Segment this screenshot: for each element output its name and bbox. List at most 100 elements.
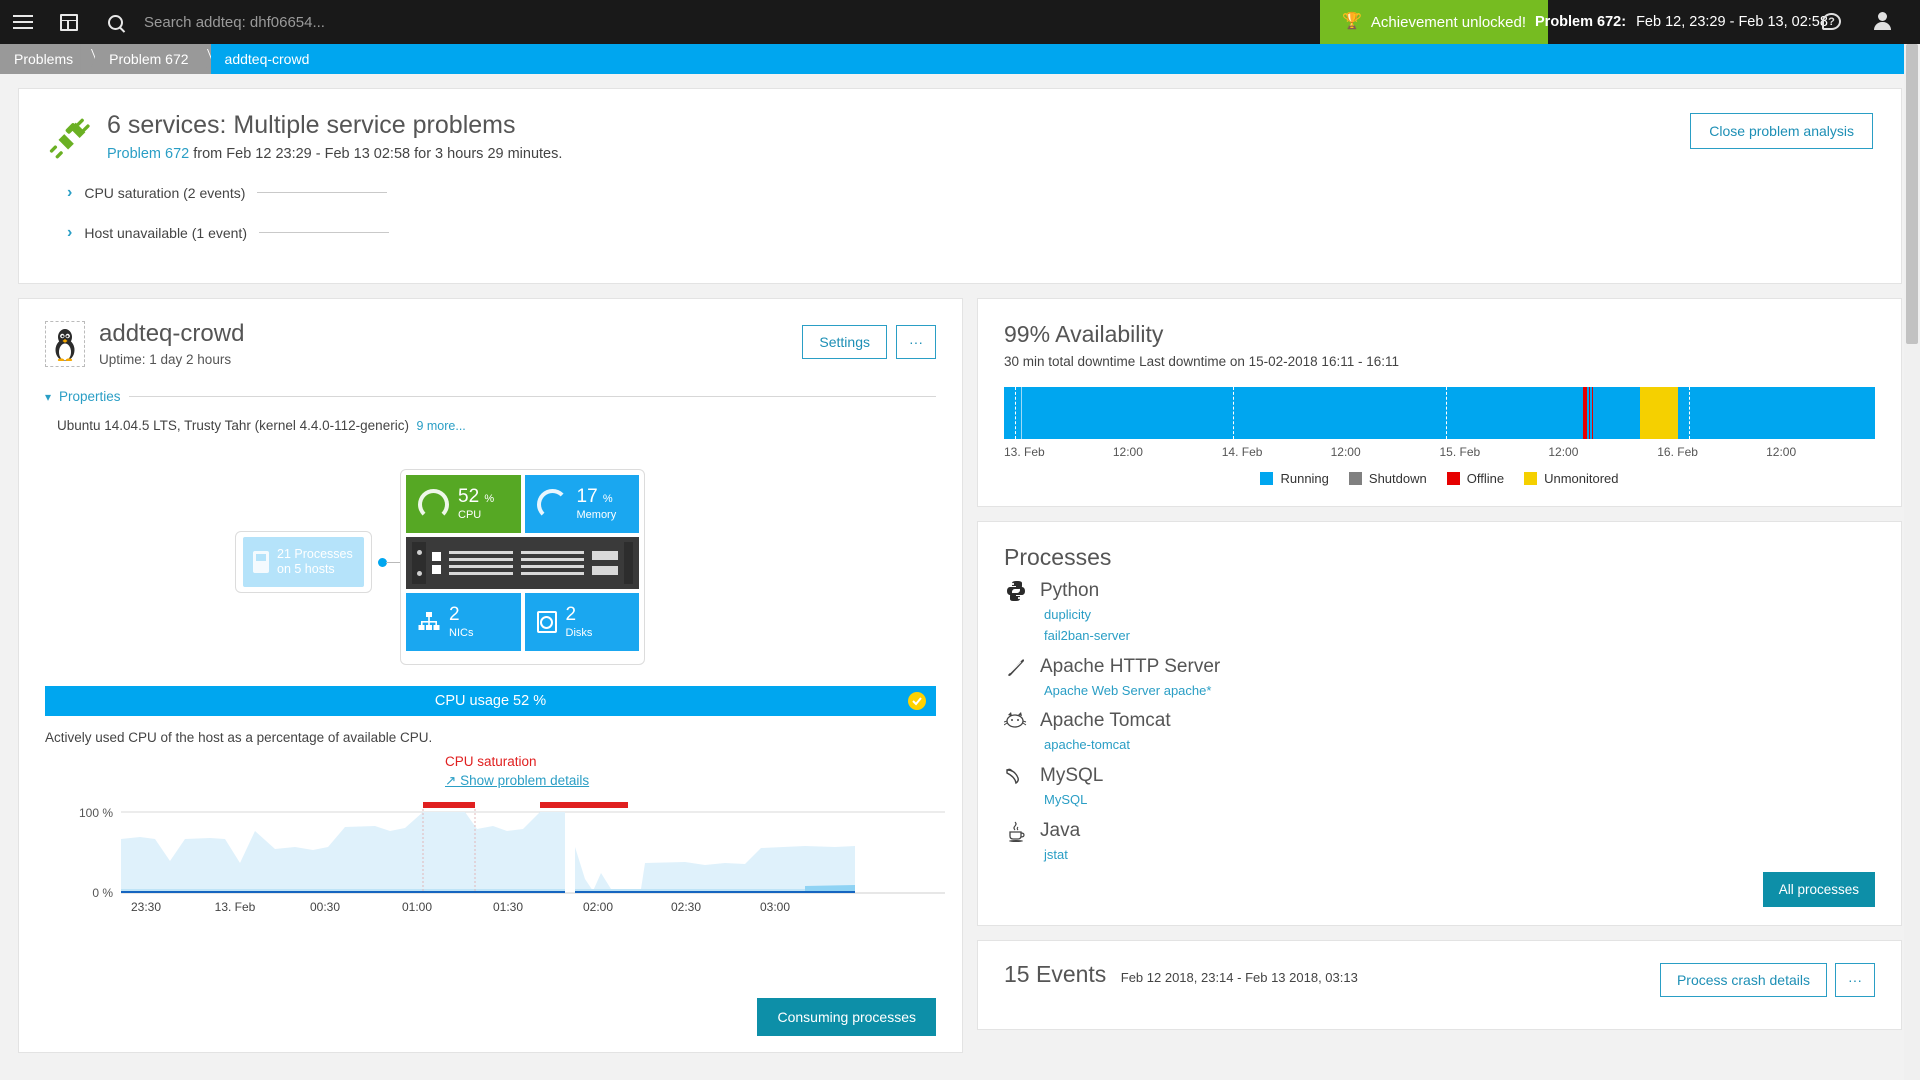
cpu-usage-chart: CPU saturation ↗ Show problem details 10…: [45, 754, 945, 914]
close-problem-analysis-button[interactable]: Close problem analysis: [1690, 113, 1873, 149]
process-crash-details-button[interactable]: Process crash details: [1659, 963, 1827, 997]
svg-text:02:00: 02:00: [583, 900, 613, 914]
right-column: 99% Availability 30 min total downtime L…: [977, 298, 1902, 1053]
svg-text:01:00: 01:00: [402, 900, 432, 914]
axis-tick: 13. Feb: [1004, 445, 1045, 459]
server-graphic: [406, 537, 639, 590]
cpu-usage-title: CPU usage 52 %: [434, 693, 547, 710]
cpu-unit: %: [484, 493, 495, 506]
availability-title: 99% Availability: [1004, 321, 1164, 347]
processes-summary-box[interactable]: 21 Processes on 5 hosts: [235, 531, 372, 594]
tower-icon: [253, 551, 269, 574]
search-button[interactable]: [92, 0, 138, 44]
process-link[interactable]: MySQL: [1044, 790, 1875, 811]
svg-text:00:30: 00:30: [310, 900, 340, 914]
events-actions: Process crash details ···: [1659, 963, 1875, 997]
host-more-button[interactable]: ···: [896, 325, 936, 359]
svg-text:0 %: 0 %: [92, 886, 113, 900]
axis-tick: 12:00: [1112, 445, 1143, 459]
user-icon[interactable]: [1872, 12, 1892, 32]
axis-tick: 12:00: [1548, 445, 1579, 459]
properties-os: Ubuntu 14.04.5 LTS, Trusty Tahr (kernel …: [57, 418, 409, 434]
plug-disconnected-icon: [49, 118, 90, 159]
availability-timeline[interactable]: [1004, 387, 1875, 439]
chevron-right-icon[interactable]: ›: [67, 184, 72, 202]
search-input[interactable]: [144, 13, 564, 31]
process-group-mysql: MySQL MySQL: [1004, 764, 1875, 811]
main-columns: addteq-crowd Uptime: 1 day 2 hours Setti…: [18, 298, 1902, 1053]
process-group-java: Java jstat: [1004, 819, 1875, 866]
disks-tile[interactable]: 2 Disks: [524, 593, 639, 652]
event-label: Host unavailable (1 event): [84, 224, 247, 241]
properties-more-link[interactable]: 9 more...: [416, 419, 465, 433]
python-icon: [1004, 579, 1028, 603]
axis-tick: 12:00: [1330, 445, 1361, 459]
breadcrumb-item-addteq-crowd[interactable]: addteq-crowd: [210, 44, 1920, 74]
breadcrumb-label: addteq-crowd: [224, 51, 310, 67]
nics-tile[interactable]: 2 NICs: [406, 593, 521, 652]
problem-link[interactable]: Problem 672: [107, 146, 189, 162]
cpu-donut-icon: [418, 488, 449, 520]
dashboard-icon: [60, 13, 78, 31]
availability-legend: Running Shutdown Offline Unmonitored: [1004, 471, 1875, 486]
process-group-apache-tomcat: Apache Tomcat apache-tomcat: [1004, 709, 1875, 756]
disk-icon: [536, 611, 557, 634]
memory-value: 17: [576, 486, 598, 508]
memory-tile[interactable]: 17 % Memory: [524, 475, 639, 534]
chevron-right-icon[interactable]: ›: [67, 224, 72, 242]
problem-timerange[interactable]: Problem 672: Feb 12, 23:29 - Feb 13, 02:…: [1535, 0, 1828, 44]
memory-label: Memory: [576, 509, 617, 522]
event-row-cpu-saturation[interactable]: › CPU saturation (2 events): [47, 184, 1873, 202]
process-group-name: Java: [1040, 819, 1081, 841]
cpu-tile[interactable]: 52 % CPU: [406, 475, 521, 534]
scrollbar-thumb[interactable]: [1906, 44, 1918, 344]
all-processes-button[interactable]: All processes: [1762, 872, 1875, 907]
disks-value: 2: [565, 604, 577, 626]
apache-feather-icon: [1004, 655, 1028, 679]
events-title: 15 Events: [1004, 961, 1107, 987]
legend-item-running[interactable]: Running: [1260, 471, 1329, 486]
hamburger-menu-button[interactable]: [0, 0, 46, 44]
availability-axis-labels: 13. Feb 12:00 14. Feb 12:00 15. Feb 12:0…: [1004, 445, 1875, 459]
process-link[interactable]: jstat: [1044, 845, 1875, 866]
legend-label: Shutdown: [1368, 471, 1427, 486]
process-link[interactable]: duplicity: [1044, 605, 1875, 626]
events-card: 15 Events Feb 12 2018, 23:14 - Feb 13 20…: [977, 940, 1902, 1030]
legend-label: Running: [1280, 471, 1329, 486]
consuming-processes-button[interactable]: Consuming processes: [757, 998, 936, 1036]
chevron-down-icon[interactable]: ▾: [45, 390, 51, 404]
help-icon[interactable]: ?: [1822, 13, 1841, 30]
show-problem-details-link[interactable]: ↗ Show problem details: [445, 773, 589, 789]
page-title: 6 services: Multiple service problems: [107, 111, 516, 139]
host-infographic: 21 Processes on 5 hosts 52 % CPU 17 % Me…: [45, 463, 936, 668]
process-link[interactable]: fail2ban-server: [1044, 626, 1875, 647]
cpu-label: CPU: [458, 509, 482, 522]
breadcrumb-label: Problem 672: [109, 51, 189, 67]
availability-subtitle: 30 min total downtime Last downtime on 1…: [1004, 354, 1399, 369]
process-group-name: Python: [1040, 580, 1100, 601]
metrics-row-bottom: 2 NICs 2 Disks: [406, 593, 639, 652]
process-group-name: MySQL: [1040, 765, 1104, 787]
host-uptime: Uptime: 1 day 2 hours: [99, 352, 232, 368]
process-link[interactable]: apache-tomcat: [1044, 735, 1875, 756]
event-row-host-unavailable[interactable]: › Host unavailable (1 event): [47, 224, 1873, 242]
page-scrollbar[interactable]: [1904, 44, 1920, 1080]
legend-item-shutdown[interactable]: Shutdown: [1348, 471, 1427, 486]
settings-button[interactable]: Settings: [802, 325, 887, 359]
tomcat-cat-icon: [1004, 709, 1028, 733]
properties-section-header[interactable]: ▾ Properties: [45, 389, 936, 404]
memory-unit: %: [602, 493, 613, 506]
search-icon: [107, 14, 123, 30]
svg-text:01:30: 01:30: [493, 900, 523, 914]
achievement-banner[interactable]: 🏆 Achievement unlocked!: [1320, 0, 1549, 44]
legend-item-unmonitored[interactable]: Unmonitored: [1524, 471, 1619, 486]
hamburger-icon: [13, 15, 33, 29]
process-link[interactable]: Apache Web Server apache*: [1044, 681, 1875, 702]
process-group-name: Apache HTTP Server: [1040, 655, 1221, 677]
processes-count: 21 Processes: [277, 546, 353, 561]
legend-item-offline[interactable]: Offline: [1446, 471, 1504, 486]
cpu-value: 52: [458, 486, 480, 508]
processes-card: Processes Python duplicity fail2ban-serv…: [977, 521, 1902, 926]
dashboard-button[interactable]: [46, 0, 92, 44]
events-more-button[interactable]: ···: [1835, 963, 1875, 997]
